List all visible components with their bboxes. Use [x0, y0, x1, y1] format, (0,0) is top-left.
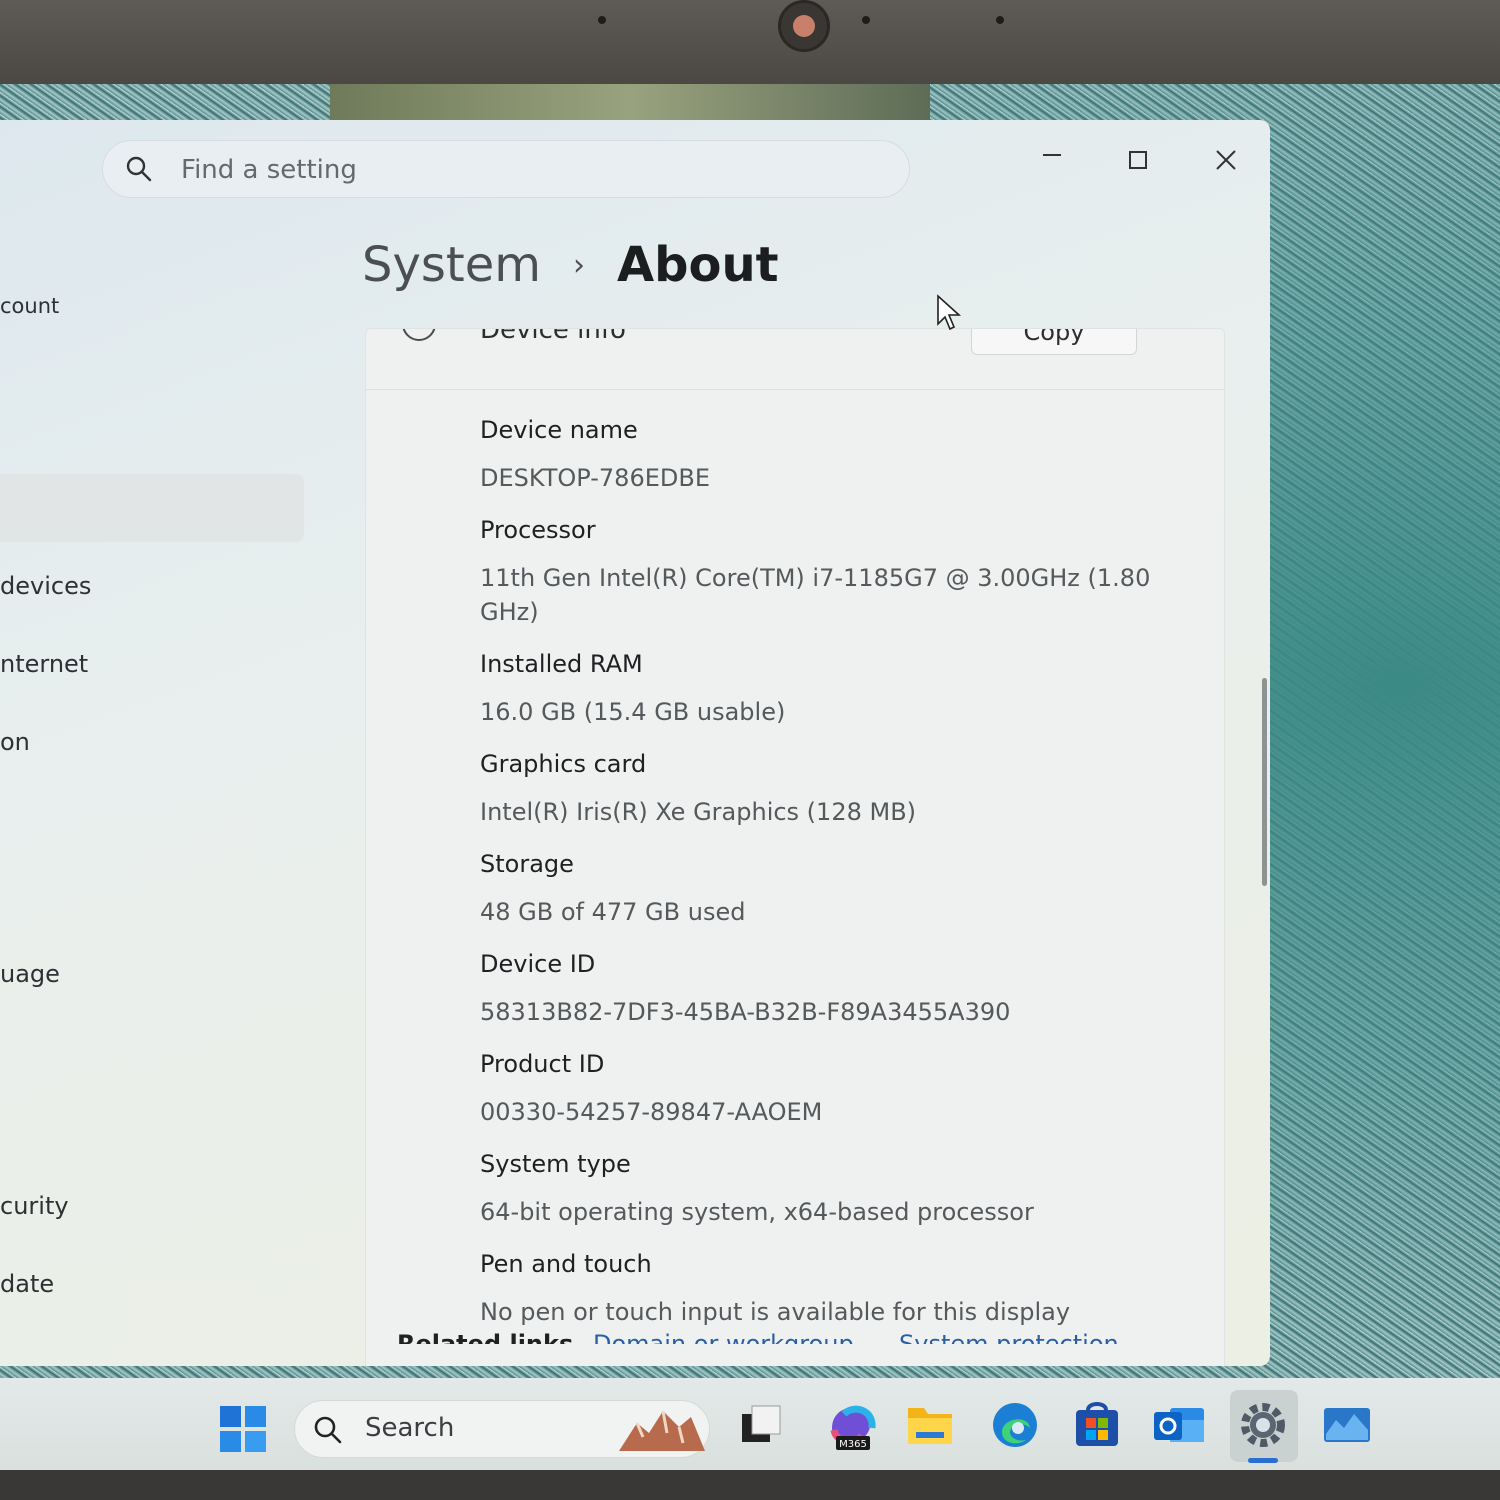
spec-storage: Storage 48 GB of 477 GB used: [480, 849, 1180, 929]
m365-badge-text: M365: [839, 1439, 867, 1450]
spec-value: 16.0 GB (15.4 GB usable): [480, 698, 786, 726]
spec-processor: Processor 11th Gen Intel(R) Core(TM) i7-…: [480, 515, 1180, 629]
settings-gear-icon[interactable]: [1236, 1398, 1290, 1452]
spec-value: Intel(R) Iris(R) Xe Graphics (128 MB): [480, 798, 917, 826]
spec-value: 00330-54257-89847-AAOEM: [480, 1098, 823, 1126]
minimize-icon: [1043, 154, 1061, 156]
settings-search-box[interactable]: [102, 140, 910, 198]
settings-window: System › About count devices nternet on …: [0, 120, 1270, 1366]
taskbar-search-label: Search: [365, 1413, 455, 1443]
close-icon: [1216, 150, 1236, 170]
taskbar: Search M365: [0, 1378, 1500, 1470]
wallpaper-landscape: [330, 84, 930, 124]
spec-value: 11th Gen Intel(R) Core(TM) i7-1185G7 @ 3…: [480, 564, 1151, 626]
spec-installed-ram: Installed RAM 16.0 GB (15.4 GB usable): [480, 649, 1180, 729]
spec-value: 58313B82-7DF3-45BA-B32B-F89A3455A390: [480, 998, 1011, 1026]
related-links-label: Related links: [397, 1330, 574, 1344]
close-button[interactable]: [1196, 138, 1256, 182]
spec-label: Processor: [480, 516, 596, 544]
copy-button[interactable]: Copy: [971, 329, 1137, 355]
spec-label: Storage: [480, 850, 574, 878]
maximize-button[interactable]: [1108, 138, 1168, 182]
microsoft-store-icon[interactable]: [1070, 1398, 1124, 1452]
spec-label: Product ID: [480, 1050, 605, 1078]
spec-label: Device name: [480, 416, 638, 444]
edge-browser-icon[interactable]: [988, 1398, 1042, 1452]
spec-list: Device name DESKTOP-786EDBE Processor 11…: [480, 415, 1180, 1349]
sidebar-item-time-language[interactable]: uage: [0, 960, 60, 988]
spec-device-id: Device ID 58313B82-7DF3-45BA-B32B-F89A34…: [480, 949, 1180, 1029]
spec-value: DESKTOP-786EDBE: [480, 464, 710, 492]
domain-workgroup-link[interactable]: Domain or workgroup: [593, 1330, 854, 1344]
laptop-bezel-bottom: [0, 1470, 1500, 1500]
taskbar-search-box[interactable]: Search: [294, 1400, 710, 1458]
photos-app-icon[interactable]: [1320, 1398, 1374, 1452]
device-specs-title: Device info: [480, 329, 626, 345]
webcam: [778, 0, 830, 52]
bezel-sensor: [996, 16, 1004, 24]
spec-label: Device ID: [480, 950, 596, 978]
spec-label: Pen and touch: [480, 1250, 652, 1278]
search-icon: [314, 1416, 342, 1444]
breadcrumb: System › About: [362, 230, 779, 300]
sidebar-item-network-internet[interactable]: nternet: [0, 650, 88, 678]
task-view-icon[interactable]: [734, 1398, 788, 1452]
spec-pen-and-touch: Pen and touch No pen or touch input is a…: [480, 1249, 1180, 1329]
microsoft-365-icon[interactable]: M365: [822, 1398, 882, 1452]
active-app-indicator: [1248, 1458, 1278, 1463]
sidebar-item-personalization[interactable]: on: [0, 728, 30, 756]
sidebar-item-privacy-security[interactable]: curity: [0, 1192, 69, 1220]
sidebar-item-selected[interactable]: [0, 474, 304, 542]
bezel-sensor: [598, 16, 606, 24]
spec-value: 48 GB of 477 GB used: [480, 898, 746, 926]
search-icon: [126, 156, 152, 182]
breadcrumb-system[interactable]: System: [362, 237, 541, 293]
search-highlight-icon: [619, 1410, 705, 1451]
sidebar-item-bluetooth-devices[interactable]: devices: [0, 572, 91, 600]
minimize-button[interactable]: [1022, 138, 1082, 182]
desktop-wallpaper: System › About count devices nternet on …: [0, 84, 1500, 1476]
windows-start-icon[interactable]: [220, 1406, 266, 1452]
spec-graphics-card: Graphics card Intel(R) Iris(R) Xe Graphi…: [480, 749, 1180, 829]
search-input[interactable]: [179, 151, 883, 189]
mouse-pointer-icon: [937, 294, 962, 331]
spec-product-id: Product ID 00330-54257-89847-AAOEM: [480, 1049, 1180, 1129]
page-title: About: [617, 237, 779, 293]
chevron-right-icon: ›: [573, 247, 585, 283]
file-explorer-icon[interactable]: [904, 1398, 956, 1452]
spec-label: Installed RAM: [480, 650, 643, 678]
related-links-row: Related links Domain or workgroup System…: [365, 1318, 1223, 1344]
info-icon: [402, 329, 436, 341]
sidebar-item-windows-update[interactable]: date: [0, 1270, 54, 1298]
maximize-icon: [1129, 151, 1147, 169]
laptop-bezel: [0, 0, 1500, 90]
spec-label: Graphics card: [480, 750, 647, 778]
spec-device-name: Device name DESKTOP-786EDBE: [480, 415, 1180, 495]
scrollbar[interactable]: [1262, 678, 1267, 886]
spec-label: System type: [480, 1150, 631, 1178]
bezel-sensor: [862, 16, 870, 24]
device-specifications-card: Device info Copy ⌃ Device name DESKTOP-7…: [365, 328, 1225, 1366]
spec-value: 64-bit operating system, x64-based proce…: [480, 1198, 1034, 1226]
outlook-icon[interactable]: [1152, 1398, 1208, 1452]
system-protection-link[interactable]: System protection: [899, 1330, 1119, 1344]
spec-system-type: System type 64-bit operating system, x64…: [480, 1149, 1180, 1229]
sidebar-item-accounts[interactable]: count: [0, 294, 59, 318]
chevron-up-icon[interactable]: ⌃: [1174, 329, 1192, 344]
device-specs-header[interactable]: Device info Copy ⌃: [366, 329, 1224, 390]
